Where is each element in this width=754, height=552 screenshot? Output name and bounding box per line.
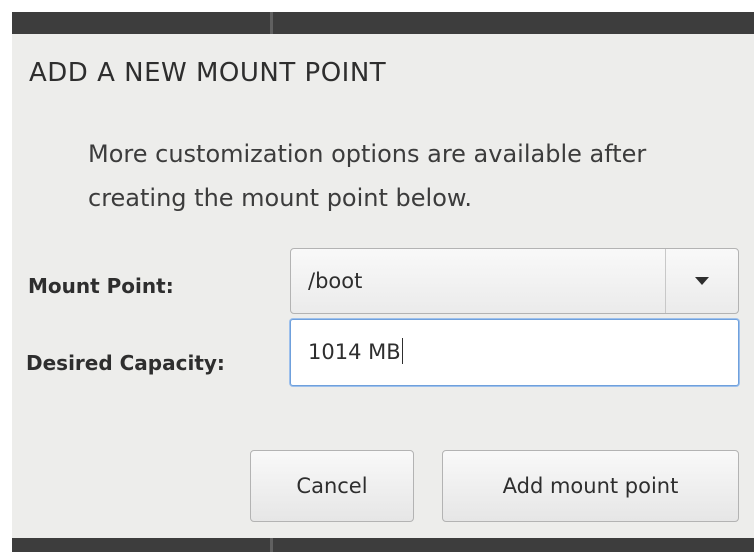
add-mount-point-dialog: ADD A NEW MOUNT POINT More customization… [12, 34, 754, 538]
background-divider-bottom [270, 538, 273, 552]
mount-point-dropdown-button[interactable] [666, 249, 738, 313]
desired-capacity-input[interactable]: 1014 MB [290, 319, 739, 386]
background-divider-top [270, 12, 273, 34]
desired-capacity-text: 1014 MB [308, 340, 401, 364]
chevron-down-icon [695, 277, 709, 285]
background-top-margin [0, 0, 754, 12]
background-window-top [12, 12, 754, 34]
background-left-margin [0, 12, 12, 552]
desired-capacity-label: Desired Capacity: [26, 351, 225, 375]
mount-point-label: Mount Point: [28, 274, 174, 298]
mount-point-combobox[interactable]: /boot [290, 248, 739, 314]
mount-point-value[interactable]: /boot [308, 269, 362, 293]
desired-capacity-value[interactable]: 1014 MB [308, 338, 403, 364]
cancel-button[interactable]: Cancel [250, 450, 414, 522]
background-window-bottom [12, 538, 754, 552]
add-mount-point-button[interactable]: Add mount point [442, 450, 739, 522]
text-cursor [401, 338, 403, 364]
dialog-description: More customization options are available… [88, 140, 647, 212]
dialog-title: ADD A NEW MOUNT POINT [29, 58, 387, 88]
